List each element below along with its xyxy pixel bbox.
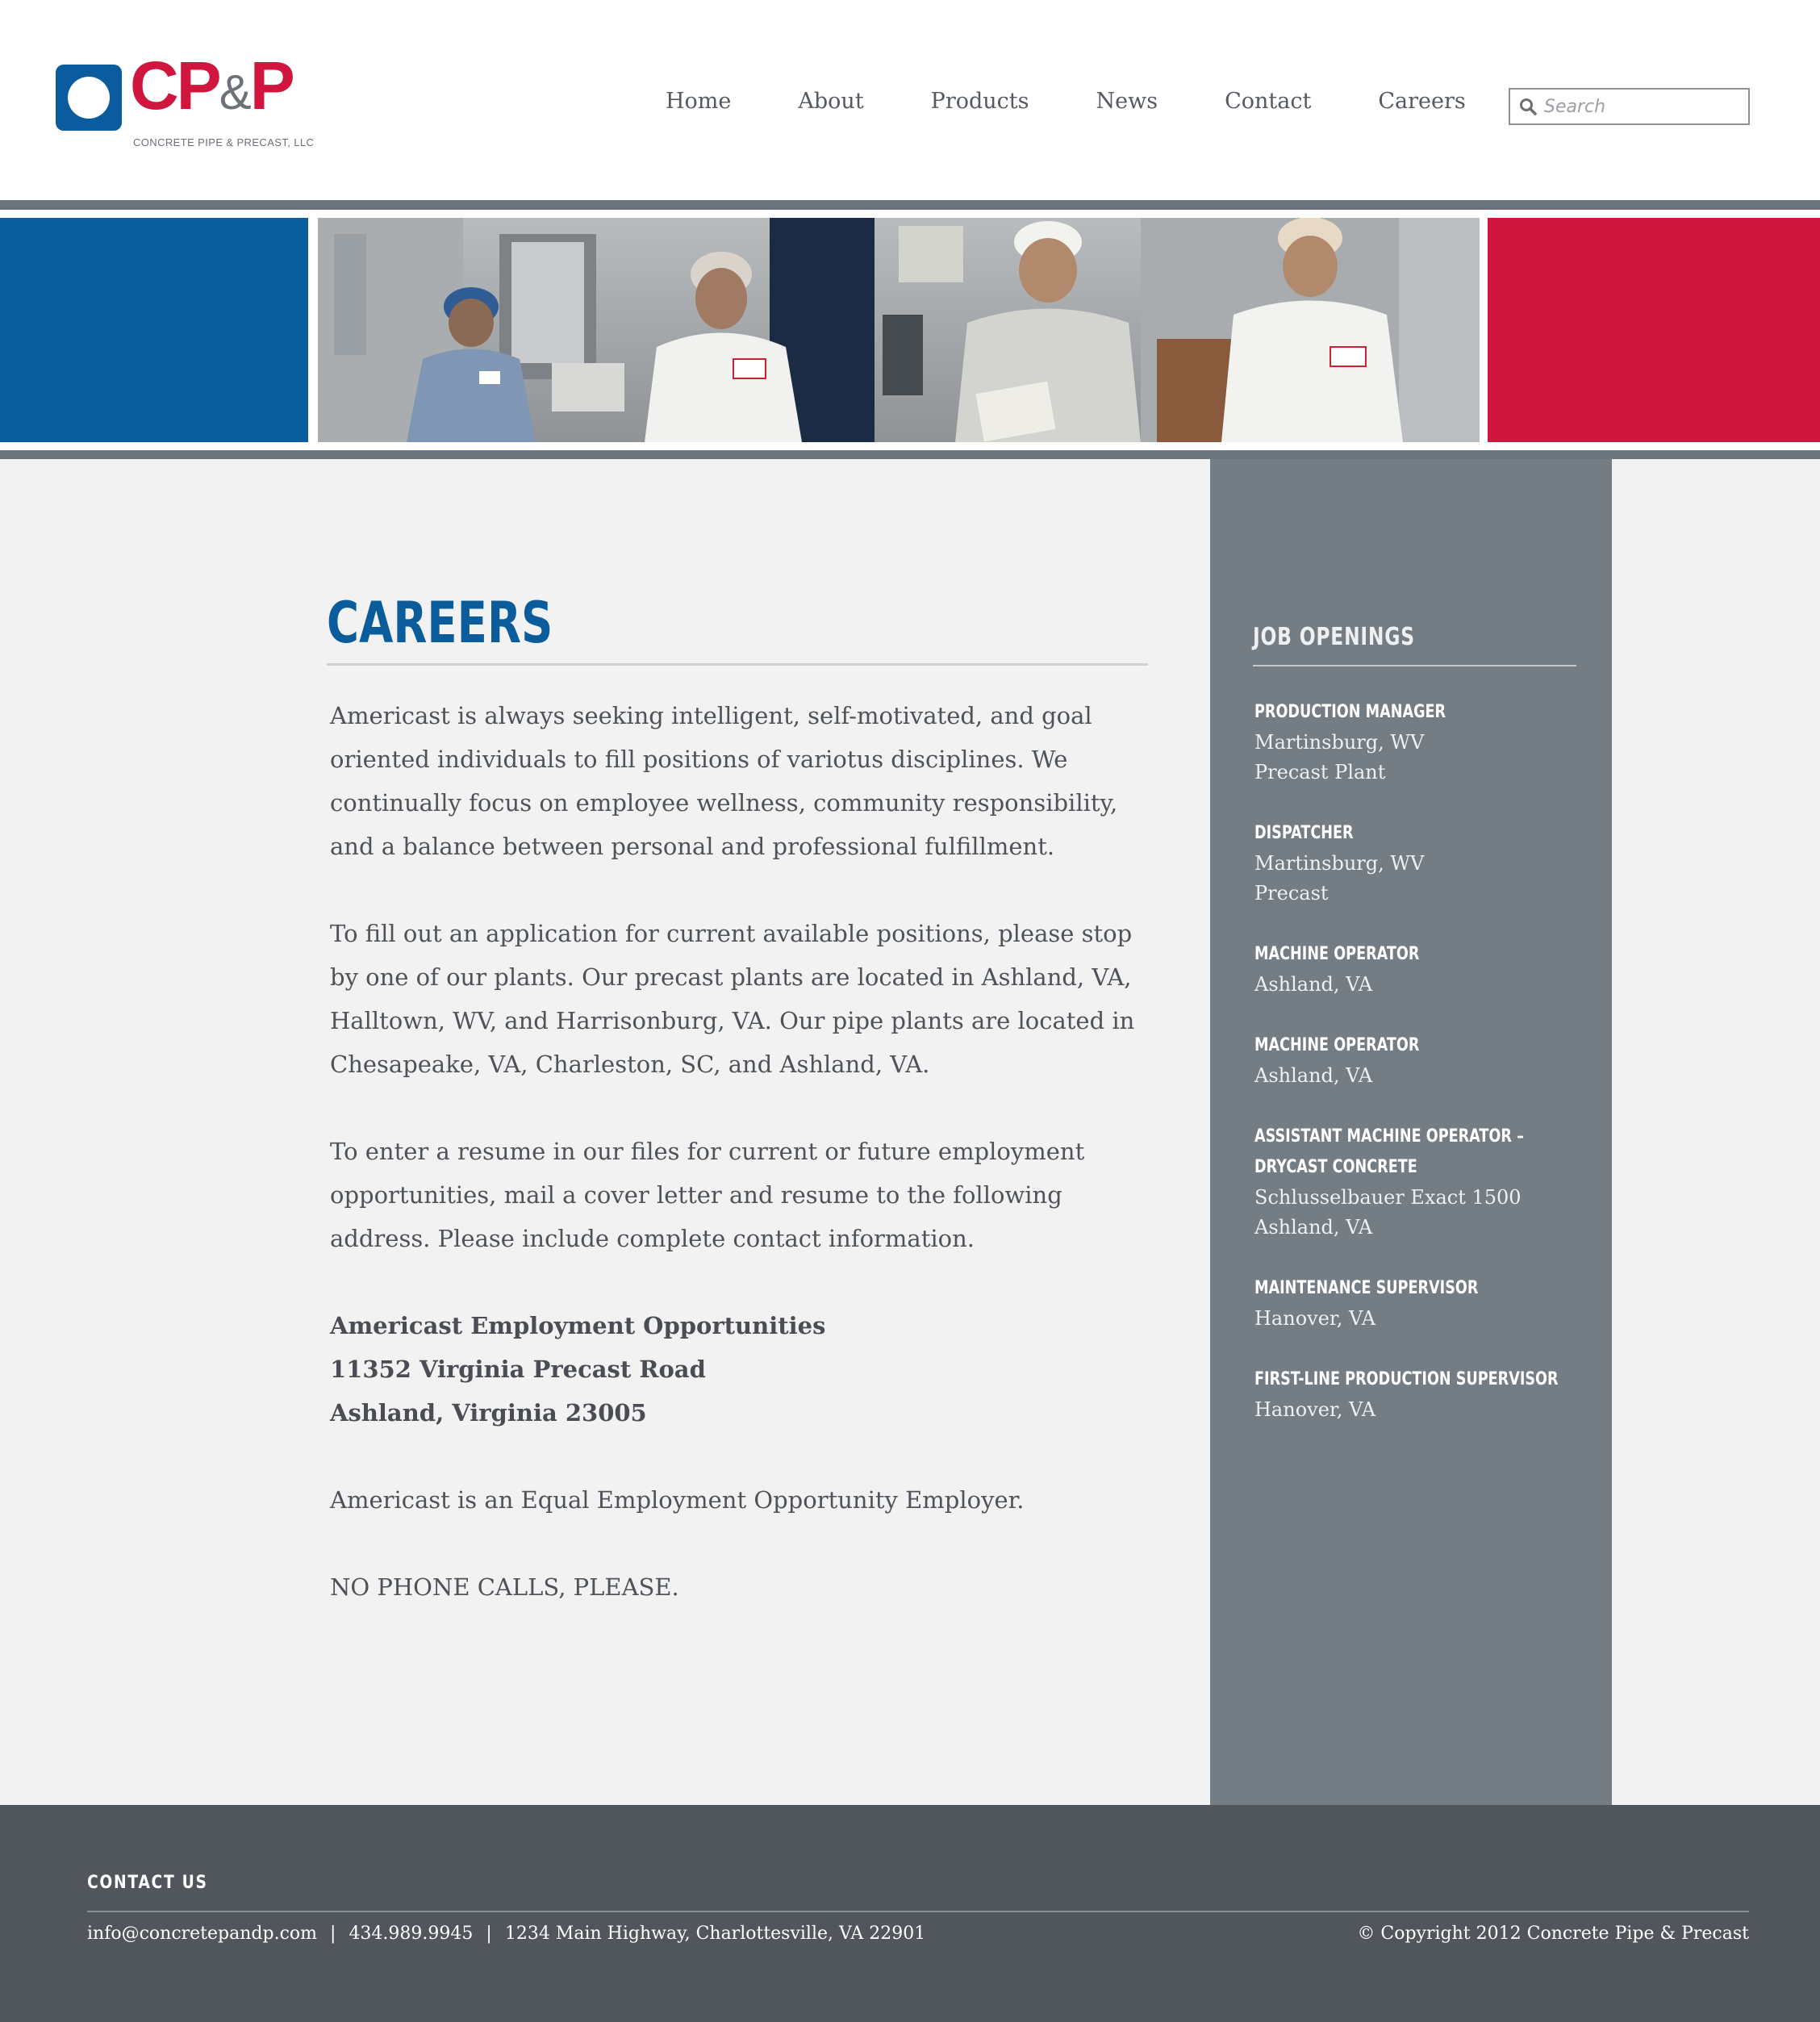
nav-careers[interactable]: Careers — [1378, 89, 1465, 114]
logo[interactable]: CP&P CONCRETE PIPE & PRECAST, LLC — [56, 52, 315, 152]
site-footer: CONTACT US info@concretepandp.com | 434.98… — [0, 1805, 1820, 2022]
nav-news[interactable]: News — [1096, 89, 1158, 114]
job-item[interactable]: ASSISTANT MACHINE OPERATOR – DRYCAST CON… — [1254, 1122, 1593, 1243]
resume-paragraph: To enter a resume in our files for curre… — [330, 1138, 1085, 1252]
banner-blue-panel — [0, 218, 308, 442]
hero-banner — [0, 210, 1820, 450]
footer-address: 1234 Main Highway, Charlottesville, VA 2… — [504, 1924, 926, 1944]
job-list: PRODUCTION MANAGER Martinsburg, WV Preca… — [1254, 697, 1593, 1456]
header-divider — [0, 200, 1820, 210]
address-name: Americast Employment Opportunities — [330, 1312, 826, 1339]
search-icon[interactable] — [1518, 97, 1538, 116]
job-location: Martinsburg, WV — [1254, 852, 1425, 875]
search-input[interactable] — [1544, 93, 1744, 120]
main-content: CAREERS Americast is always seeking inte… — [327, 589, 1150, 1601]
page-title: CAREERS — [327, 590, 553, 656]
job-item[interactable]: PRODUCTION MANAGER Martinsburg, WV Preca… — [1254, 697, 1593, 787]
application-paragraph: To fill out an application for current a… — [330, 920, 1135, 1078]
site-header: CP&P CONCRETE PIPE & PRECAST, LLC Home A… — [0, 0, 1820, 200]
footer-copyright: © Copyright 2012 Concrete Pipe & Precast — [1357, 1924, 1749, 1944]
banner-red-panel — [1488, 218, 1820, 442]
job-location: Ashland, VA — [1254, 973, 1373, 996]
sidebar-title: JOB OPENINGS — [1253, 623, 1415, 651]
job-title[interactable]: DISPATCHER — [1254, 818, 1593, 849]
job-item[interactable]: DISPATCHER Martinsburg, WV Precast — [1254, 818, 1593, 909]
job-location: Hanover, VA — [1254, 1307, 1376, 1330]
logo-wordmark: CP&P — [130, 52, 295, 119]
banner-photo — [318, 218, 1480, 442]
job-title[interactable]: MACHINE OPERATOR — [1254, 1030, 1593, 1061]
job-location: Martinsburg, WV — [1254, 731, 1425, 754]
job-detail: Precast Plant — [1254, 761, 1386, 783]
job-title[interactable]: FIRST-LINE PRODUCTION SUPERVISOR — [1254, 1364, 1593, 1395]
eeo-statement: Americast is an Equal Employment Opportu… — [330, 1486, 1025, 1514]
nav-products[interactable]: Products — [931, 89, 1029, 114]
job-title[interactable]: MAINTENANCE SUPERVISOR — [1254, 1273, 1593, 1304]
banner-divider — [0, 450, 1820, 459]
nav-home[interactable]: Home — [666, 89, 731, 114]
job-location: Ashland, VA — [1254, 1216, 1373, 1239]
nav-contact[interactable]: Contact — [1225, 89, 1311, 114]
logo-tagline: CONCRETE PIPE & PRECAST, LLC — [133, 136, 315, 148]
address-city: Ashland, Virginia 23005 — [330, 1399, 647, 1427]
job-item[interactable]: MAINTENANCE SUPERVISOR Hanover, VA — [1254, 1273, 1593, 1334]
job-title[interactable]: ASSISTANT MACHINE OPERATOR – DRYCAST CON… — [1254, 1122, 1593, 1183]
job-title[interactable]: PRODUCTION MANAGER — [1254, 697, 1593, 728]
sidebar-divider — [1253, 665, 1576, 666]
job-title[interactable]: MACHINE OPERATOR — [1254, 939, 1593, 970]
job-item[interactable]: MACHINE OPERATOR Ashland, VA — [1254, 1030, 1593, 1091]
careers-body: Americast is always seeking intelligent,… — [330, 694, 1145, 1652]
logo-text-start: CP — [130, 48, 222, 123]
job-item[interactable]: FIRST-LINE PRODUCTION SUPERVISOR Hanover… — [1254, 1364, 1593, 1425]
job-location: Ashland, VA — [1254, 1064, 1373, 1087]
main-nav: Home About Products News Contact Careers — [666, 89, 1466, 114]
mailing-address: Americast Employment Opportunities 11352… — [330, 1304, 1145, 1435]
job-item[interactable]: MACHINE OPERATOR Ashland, VA — [1254, 939, 1593, 1000]
nav-about[interactable]: About — [798, 89, 863, 114]
footer-separator: | — [486, 1924, 492, 1944]
footer-divider — [87, 1911, 1749, 1912]
footer-email-link[interactable]: info@concretepandp.com — [87, 1924, 317, 1944]
job-detail: Precast — [1254, 882, 1329, 904]
logo-amp: & — [219, 65, 252, 119]
job-openings-sidebar: JOB OPENINGS PRODUCTION MANAGER Martinsb… — [1210, 459, 1612, 1805]
footer-phone: 434.989.9945 — [349, 1924, 474, 1944]
footer-separator: | — [330, 1924, 336, 1944]
address-street: 11352 Virginia Precast Road — [330, 1356, 706, 1383]
title-divider — [327, 663, 1148, 666]
logo-text-end: P — [249, 48, 295, 123]
footer-contact-info: info@concretepandp.com | 434.989.9945 | 1234… — [87, 1924, 925, 1944]
job-detail: Schlusselbauer Exact 1500 — [1254, 1186, 1522, 1209]
logo-mark-icon — [56, 65, 122, 131]
footer-title: CONTACT US — [87, 1873, 208, 1893]
job-location: Hanover, VA — [1254, 1398, 1376, 1421]
no-calls-notice: NO PHONE CALLS, PLEASE. — [330, 1573, 679, 1601]
search-box — [1509, 88, 1750, 125]
photo-workers-icon — [318, 218, 1480, 442]
intro-paragraph: Americast is always seeking intelligent,… — [330, 702, 1118, 860]
